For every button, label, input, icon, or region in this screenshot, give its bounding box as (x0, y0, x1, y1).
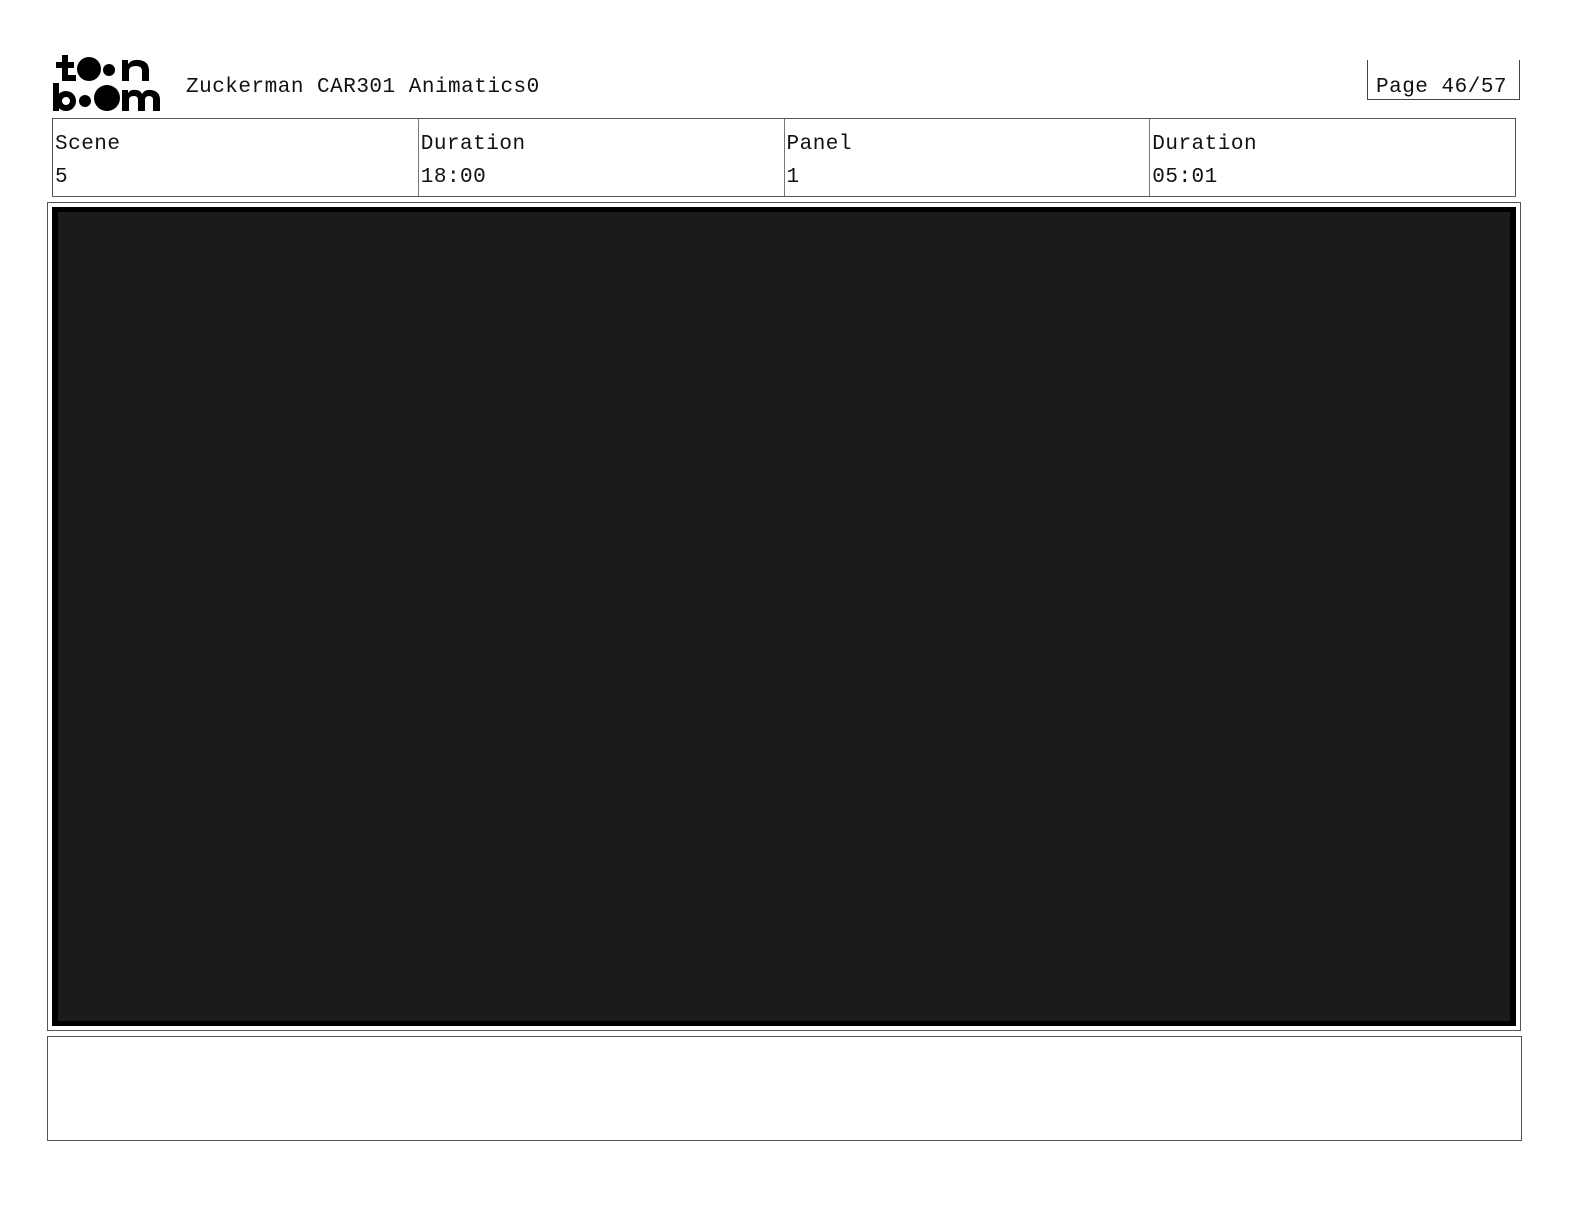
panel-frame (47, 202, 1521, 1031)
panel-duration-cell: Duration 05:01 (1149, 119, 1515, 196)
scene-value: 5 (55, 166, 69, 189)
panel-notes-box (47, 1036, 1522, 1141)
panel-duration-label: Duration (1152, 133, 1258, 156)
panel-label: Panel (786, 133, 853, 156)
toonboom-logo-icon (52, 52, 164, 112)
panel-image-content (58, 212, 1510, 1021)
scene-cell: Scene 5 (53, 119, 418, 196)
page-number: Page 46/57 (1376, 76, 1508, 99)
scene-label: Scene (55, 133, 121, 156)
toonboom-logo-svg (53, 55, 160, 111)
panel-duration-value: 05:01 (1152, 166, 1218, 189)
panel-image (52, 207, 1516, 1026)
panel-value: 1 (786, 166, 800, 189)
scene-duration-value: 18:00 (420, 166, 487, 189)
panel-cell: Panel 1 (783, 119, 1150, 196)
page-number-box: Page 46/57 (1367, 60, 1520, 100)
scene-info-table: Scene 5 Duration 18:00 Panel 1 Duration … (52, 118, 1516, 197)
scene-duration-cell: Duration 18:00 (417, 119, 784, 196)
document-title: Zuckerman CAR301 Animatics0 (186, 76, 540, 99)
scene-duration-label: Duration (420, 133, 526, 156)
